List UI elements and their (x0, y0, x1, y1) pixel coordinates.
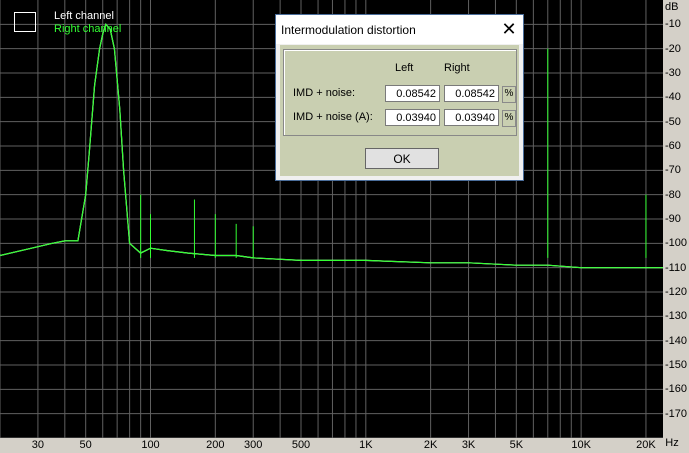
percent-unit-a: % (502, 110, 516, 127)
y-tick-11: -120 (665, 286, 688, 298)
y-tick-8: -90 (665, 213, 681, 225)
y-tick-14: -150 (665, 359, 688, 371)
y-tick-13: -140 (665, 334, 688, 347)
y-unit: dB (665, 1, 679, 13)
percent-unit: % (502, 86, 516, 103)
legend-left-channel: Left channel (54, 10, 114, 22)
x-tick-5: 500 (291, 439, 311, 451)
x-tick-1: 50 (79, 439, 92, 451)
y-tick-2: -30 (665, 67, 681, 79)
x-axis: Hz 30 50 100 200 300 500 1K 2K 3K 5K 10K 20K (0, 438, 679, 453)
x-tick-7: 2K (423, 439, 438, 451)
y-tick-9: -100 (665, 237, 688, 250)
dialog-title: Intermodulation distortion (281, 23, 416, 37)
imd-noise-left-field[interactable]: 0.08542 (385, 85, 440, 102)
y-tick-3: -40 (665, 91, 681, 104)
y-tick-0: -10 (665, 18, 681, 31)
x-tick-2: 100 (141, 439, 160, 451)
dialog-titlebar[interactable]: Intermodulation distortion ✕ (276, 15, 523, 44)
imd-noise-label: IMD + noise: (293, 87, 356, 99)
imd-noise-a-left-field[interactable]: 0.03940 (385, 109, 440, 126)
imd-noise-a-right-field[interactable]: 0.03940 (444, 109, 499, 126)
y-tick-1: -20 (665, 42, 681, 55)
x-unit: Hz (665, 437, 679, 449)
y-tick-4: -50 (665, 115, 681, 128)
imd-noise-right-field[interactable]: 0.08542 (444, 85, 499, 102)
x-tick-6: 1K (359, 439, 373, 451)
y-tick-5: -60 (665, 140, 681, 152)
dialog-body: Left Right IMD + noise: 0.08542 0.08542 … (280, 45, 519, 176)
x-tick-4: 300 (244, 439, 263, 451)
imd-noise-a-label: IMD + noise (A): (293, 111, 373, 123)
legend-checkbox[interactable] (14, 12, 36, 32)
y-tick-6: -70 (665, 164, 681, 177)
x-tick-3: 200 (206, 439, 225, 451)
close-icon[interactable]: ✕ (495, 15, 523, 44)
x-tick-10: 10K (571, 439, 591, 451)
y-tick-15: -160 (665, 383, 688, 396)
column-left: Left (395, 62, 414, 74)
x-tick-9: 5K (509, 439, 524, 451)
y-axis: dB -10 -20 -30 -40 -50 -60 -70 -80 -90 -100 -110 -1… (663, 0, 689, 453)
ok-button[interactable]: OK (365, 148, 439, 169)
legend-right-channel: Right channel (54, 23, 122, 35)
x-tick-8: 3K (461, 439, 476, 451)
imd-dialog: Intermodulation distortion ✕ Left Right … (275, 14, 524, 181)
results-panel: Left Right IMD + noise: 0.08542 0.08542 … (283, 49, 517, 136)
y-tick-12: -130 (665, 310, 688, 323)
y-tick-10: -110 (665, 261, 687, 274)
x-tick-0: 30 (31, 439, 45, 451)
y-tick-7: -80 (665, 188, 681, 201)
x-tick-11: 20K (636, 439, 656, 451)
y-tick-16: -170 (665, 407, 688, 420)
column-right: Right (444, 62, 470, 74)
